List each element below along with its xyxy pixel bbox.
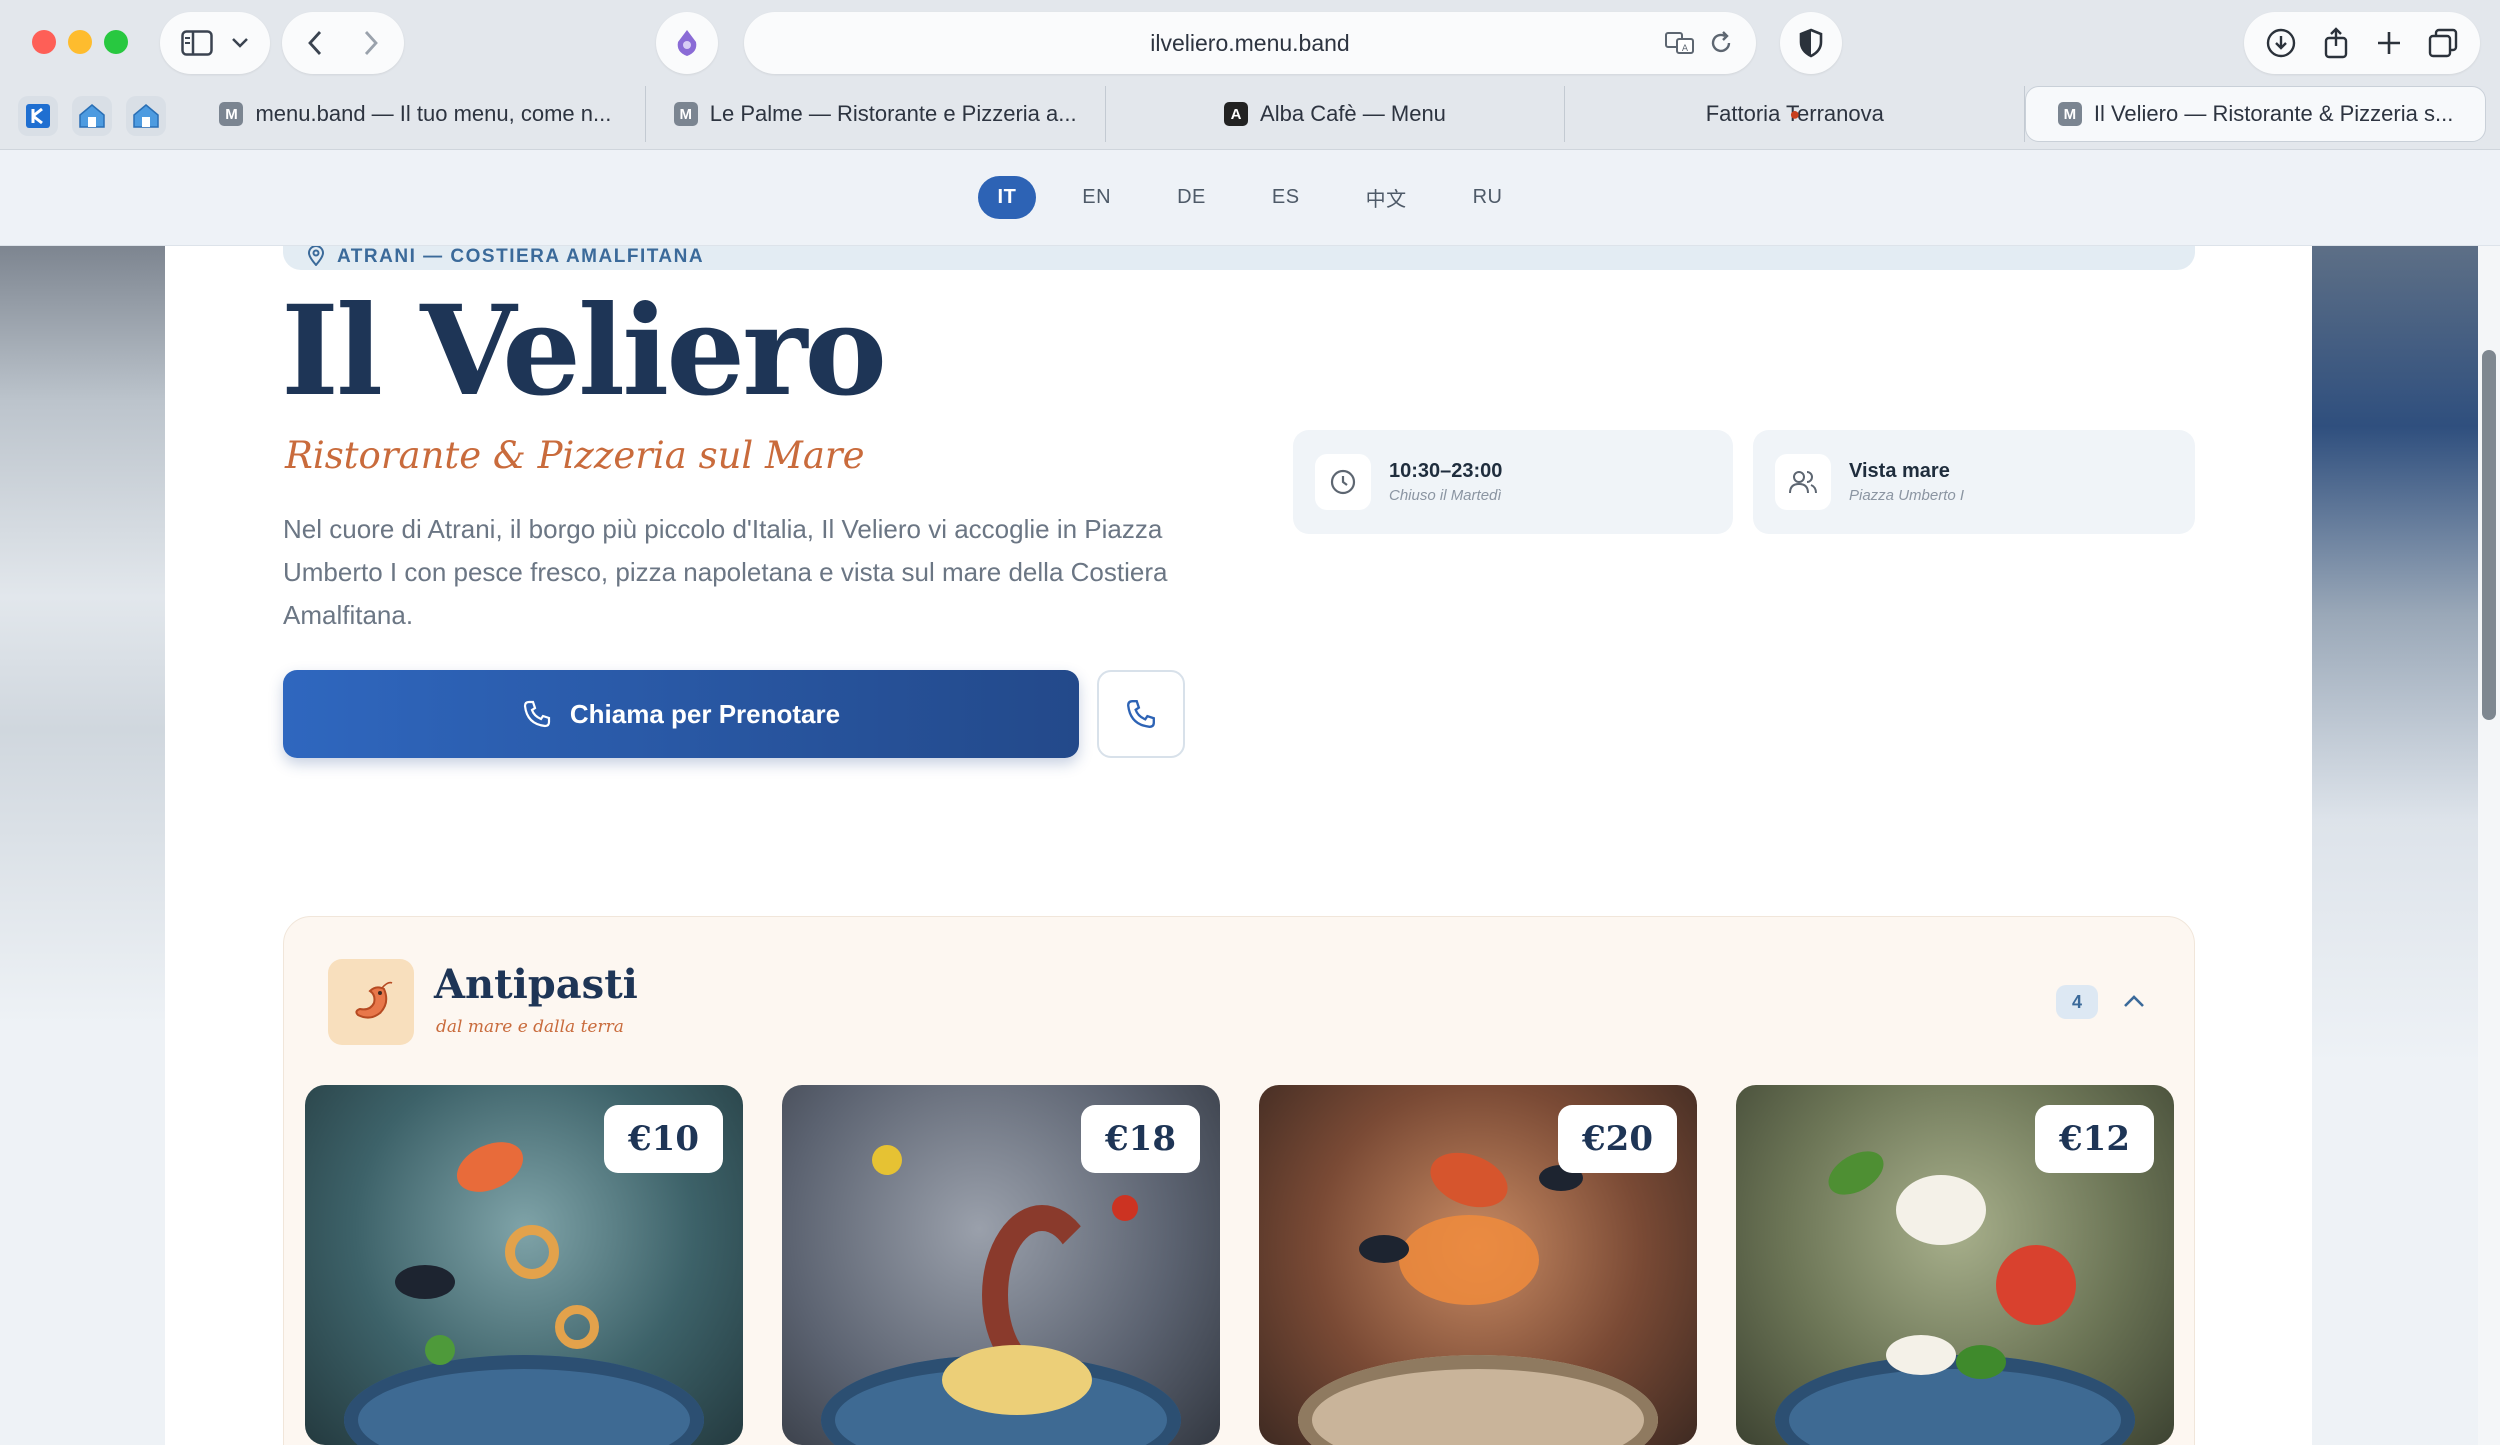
dish-photo — [1775, 1355, 2135, 1445]
tab-favicon: M — [219, 102, 244, 126]
lang-en[interactable]: EN — [1062, 176, 1131, 219]
shield-icon — [1798, 28, 1824, 58]
call-to-book-label: Chiama per Prenotare — [569, 698, 841, 729]
restaurant-subtitle: Ristorante & Pizzeria sul Mare — [285, 434, 865, 477]
lang-es[interactable]: ES — [1252, 176, 1320, 219]
phone-button[interactable] — [1097, 670, 1185, 758]
toolbar-actions — [2244, 12, 2480, 74]
navigation-group — [282, 12, 404, 74]
tab-alba-cafe[interactable]: A Alba Cafè — Menu — [1106, 86, 1566, 142]
dish-card[interactable]: €20 — [1259, 1085, 1697, 1445]
extension-icon — [672, 28, 702, 58]
close-window-button[interactable] — [32, 30, 56, 54]
home-icon — [132, 103, 160, 129]
users-icon — [1775, 454, 1831, 510]
sea-view-card: Vista mare Piazza Umberto I — [1753, 430, 2195, 534]
phone-icon — [1125, 698, 1157, 730]
dish-card[interactable]: €10 — [305, 1085, 743, 1445]
lang-it[interactable]: IT — [977, 176, 1037, 219]
restaurant-page: ATRANI — COSTIERA AMALFITANA Il Veliero … — [165, 150, 2312, 1445]
view-title: Vista mare — [1849, 460, 1950, 482]
dish-photo — [1298, 1355, 1658, 1445]
intro-text: Nel cuore di Atrani, il borgo più piccol… — [283, 514, 1168, 630]
dish-price: €12 — [2035, 1105, 2154, 1173]
pinned-site-home-1[interactable] — [72, 96, 112, 136]
zoom-window-button[interactable] — [104, 30, 128, 54]
scrollbar-thumb[interactable] — [2482, 350, 2496, 720]
chevron-down-icon[interactable] — [231, 37, 249, 49]
collapse-section-button[interactable] — [2114, 981, 2154, 1021]
home-icon — [78, 103, 106, 129]
menu-section-antipasti: Antipasti dal mare e dalla terra 4 €10 €… — [283, 916, 2195, 1445]
sidebar-icon[interactable] — [181, 30, 213, 56]
extension-button[interactable] — [656, 12, 718, 74]
tab-le-palme[interactable]: M Le Palme — Ristorante e Pizzeria a... — [646, 86, 1106, 142]
clock-icon — [1315, 454, 1371, 510]
location-text: ATRANI — COSTIERA AMALFITANA — [337, 246, 705, 267]
dish-card[interactable]: €12 — [1736, 1085, 2174, 1445]
pinned-site-home-2[interactable] — [126, 96, 166, 136]
map-pin-icon — [307, 246, 325, 266]
page-viewport: IT EN DE ES 中文 RU ATRANI — COSTIERA AMAL… — [0, 150, 2500, 1445]
url-text: ilveliero.menu.band — [1150, 29, 1350, 56]
background-photo-right — [2312, 246, 2480, 1066]
tab-favicon: A — [1224, 102, 1249, 126]
tab-label: Alba Cafè — Menu — [1260, 101, 1446, 126]
language-switcher: IT EN DE ES 中文 RU — [0, 150, 2500, 246]
dish-card[interactable]: €18 — [782, 1085, 1220, 1445]
translate-icon[interactable]: A — [1664, 29, 1696, 57]
forward-icon[interactable] — [363, 30, 379, 56]
lang-de[interactable]: DE — [1157, 176, 1226, 219]
dish-price: €20 — [1558, 1105, 1677, 1173]
dish-price: €10 — [604, 1105, 723, 1173]
reload-icon[interactable] — [1708, 29, 1734, 57]
tab-menu-band[interactable]: M menu.band — Il tuo menu, come n... — [186, 86, 646, 142]
tab-label: menu.band — Il tuo menu, come n... — [255, 101, 612, 126]
browser-chrome: ilveliero.menu.band A M menu.band — Il t… — [0, 0, 2500, 150]
tab-il-veliero[interactable]: M Il Veliero — Ristorante & Pizzeria s..… — [2025, 86, 2486, 142]
minimize-window-button[interactable] — [68, 30, 92, 54]
phone-icon — [522, 699, 552, 729]
restaurant-title: Il Veliero — [281, 279, 887, 424]
svg-text:A: A — [1682, 44, 1689, 54]
tab-label: Le Palme — Ristorante e Pizzeria a... — [709, 101, 1077, 126]
new-tab-icon[interactable] — [2376, 30, 2402, 56]
share-icon[interactable] — [2322, 26, 2350, 60]
tab-label: Il Veliero — Ristorante & Pizzeria s... — [2093, 101, 2454, 126]
shrimp-icon — [328, 959, 414, 1045]
background-photo-left — [0, 246, 165, 1026]
location-banner: ATRANI — COSTIERA AMALFITANA — [283, 246, 2195, 270]
tab-overview-icon[interactable] — [2427, 27, 2459, 59]
download-icon[interactable] — [2265, 27, 2297, 59]
closing-day: Chiuso il Martedì — [1389, 487, 1502, 504]
view-address: Piazza Umberto I — [1849, 487, 1965, 504]
tab-fattoria-terranova[interactable]: ● Fattoria Terranova — [1565, 86, 2026, 142]
opening-hours: 10:30–23:00 — [1389, 460, 1503, 482]
tab-favicon: M — [673, 102, 698, 126]
privacy-report-button[interactable] — [1780, 12, 1842, 74]
opening-hours-card: 10:30–23:00 Chiuso il Martedì — [1293, 430, 1733, 534]
section-subtitle: dal mare e dalla terra — [436, 1017, 624, 1037]
address-bar[interactable]: ilveliero.menu.band A — [744, 12, 1756, 74]
sidebar-toggle-group — [160, 12, 270, 74]
tab-bar: M menu.band — Il tuo menu, come n... M L… — [186, 86, 2486, 142]
food-icon: ● — [1789, 103, 1801, 124]
dish-photo — [344, 1355, 704, 1445]
pinned-site-k[interactable] — [18, 96, 58, 136]
lang-ru[interactable]: RU — [1453, 176, 1523, 219]
back-icon[interactable] — [307, 30, 323, 56]
section-title: Antipasti — [434, 961, 638, 1008]
call-to-book-button[interactable]: Chiama per Prenotare — [283, 670, 1079, 758]
tab-favicon: M — [2057, 102, 2082, 126]
item-count-badge: 4 — [2056, 985, 2098, 1019]
chevron-up-icon — [2123, 994, 2145, 1008]
k-logo-icon — [25, 103, 51, 129]
lang-zh[interactable]: 中文 — [1346, 173, 1427, 222]
dish-price: €18 — [1081, 1105, 1200, 1173]
